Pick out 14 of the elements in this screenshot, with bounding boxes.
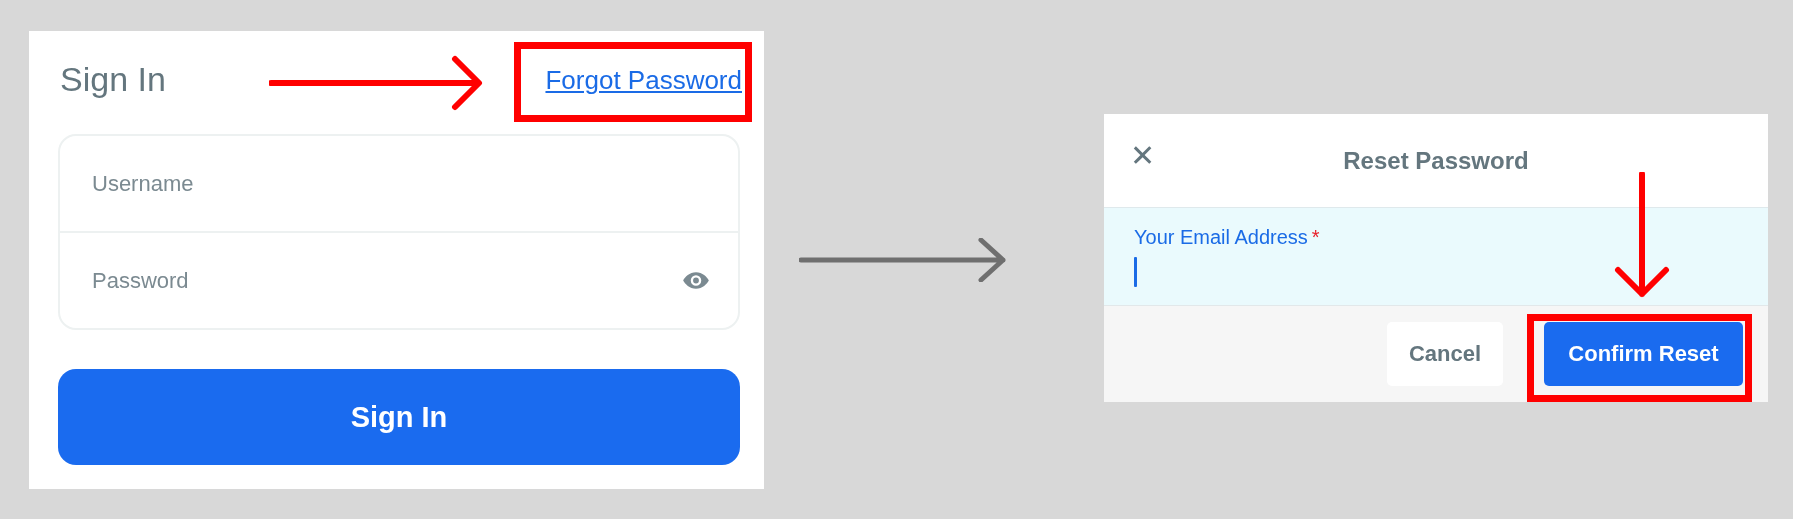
dialog-title: Reset Password: [1343, 146, 1529, 175]
forgot-password-link[interactable]: Forgot Password: [545, 65, 742, 96]
username-field[interactable]: Username: [92, 170, 710, 197]
sign-in-button[interactable]: Sign In: [58, 369, 740, 465]
password-field[interactable]: Password: [92, 267, 682, 294]
confirm-reset-button[interactable]: Confirm Reset: [1544, 322, 1743, 386]
email-field[interactable]: Your Email Address *: [1104, 208, 1768, 306]
text-cursor: [1134, 257, 1137, 287]
sign-in-title: Sign In: [60, 60, 166, 99]
close-button[interactable]: ✕: [1130, 141, 1156, 171]
eye-icon[interactable]: [682, 271, 710, 290]
required-mark: *: [1311, 226, 1320, 248]
cancel-button[interactable]: Cancel: [1387, 322, 1503, 386]
email-label: Your Email Address *: [1134, 226, 1321, 249]
